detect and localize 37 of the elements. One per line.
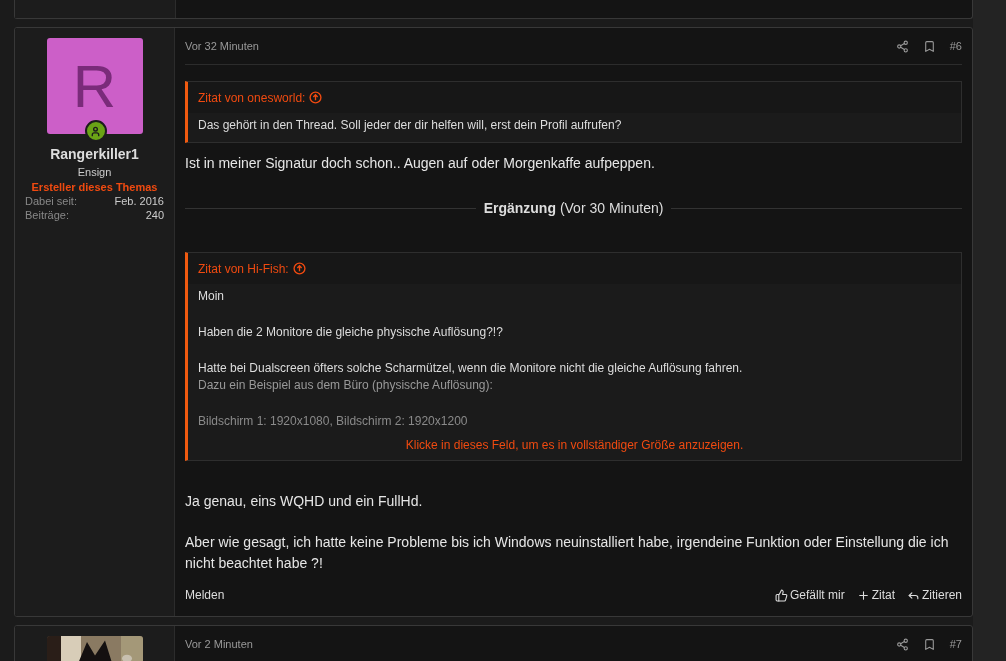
post-time[interactable]: Vor 32 Minuten <box>185 40 259 52</box>
quote-text: Moin <box>198 288 225 305</box>
stat-label: Beiträge: <box>25 209 70 221</box>
quote-text: Das gehört in den Thread. Soll jeder der dir helfen will, erst dein Profil aufrufen? <box>198 117 623 134</box>
post-text: Aber wie gesagt, ich hatte keine Probleme bis ich Windows neuinstalliert habe, irgendeine Funktion oder Einstellung die ich nicht beachtet habe ?! <box>185 533 950 573</box>
post-number[interactable]: #6 <box>949 40 962 52</box>
post-text: Ja genau, eins WQHD und ein FullHd. <box>185 492 424 511</box>
post-action-link[interactable]: Zitat <box>856 588 895 602</box>
expand-quote-link[interactable]: Klicke in dieses Feld, um es in vollständiger Größe anzuzeigen. <box>188 438 961 460</box>
post-number[interactable]: #7 <box>949 638 962 650</box>
post-text: Ist in meiner Signatur doch schon.. Augen auf oder Morgenkaffe aufpeppen. <box>185 154 656 173</box>
arrow-up-circle-icon[interactable] <box>292 262 306 275</box>
plus-icon <box>856 588 870 602</box>
share-icon[interactable] <box>895 637 909 651</box>
username[interactable]: Rangerkiller1 <box>50 146 139 162</box>
addition-heading: Ergänzung (Vor 30 Minuten) <box>483 200 664 216</box>
avatar-initial: R <box>72 51 117 121</box>
post-action-link[interactable]: Gefällt mir <box>774 588 845 602</box>
share-icon[interactable] <box>895 39 909 53</box>
quote-text: Bildschirm 1: 1920x1080, Bildschirm 2: 1920x1200 <box>198 413 469 430</box>
thread-starter-label: Ersteller dieses Themas <box>31 181 158 193</box>
post-time[interactable]: Vor 2 Minuten <box>185 638 253 650</box>
quote-author[interactable]: Zitat von onesworld: <box>198 90 306 105</box>
bookmark-icon[interactable] <box>922 39 936 53</box>
stat-value: 240 <box>145 209 164 221</box>
stat-value: Feb. 2016 <box>114 195 164 207</box>
stat-label: Dabei seit: <box>25 195 77 207</box>
user-rank: Ensign <box>77 166 112 178</box>
post-action-link[interactable]: Melden <box>185 588 225 602</box>
thumbs-up-icon <box>774 588 788 602</box>
quote-text: Hatte bei Dualscreen öfters solche Scharmützel, wenn die Monitore nicht die gleiche Auflösung fahren. <box>198 360 744 377</box>
post-action-link[interactable]: Zitieren <box>907 588 962 602</box>
quote-text: Dazu ein Beispiel aus dem Büro (physische Auflösung): <box>198 377 494 394</box>
quote-text: Haben die 2 Monitore die gleiche physische Auflösung?!? <box>198 324 504 341</box>
quote-author[interactable]: Zitat von Hi-Fish: <box>198 261 289 276</box>
arrow-up-circle-icon[interactable] <box>309 91 323 104</box>
bookmark-icon[interactable] <box>922 637 936 651</box>
